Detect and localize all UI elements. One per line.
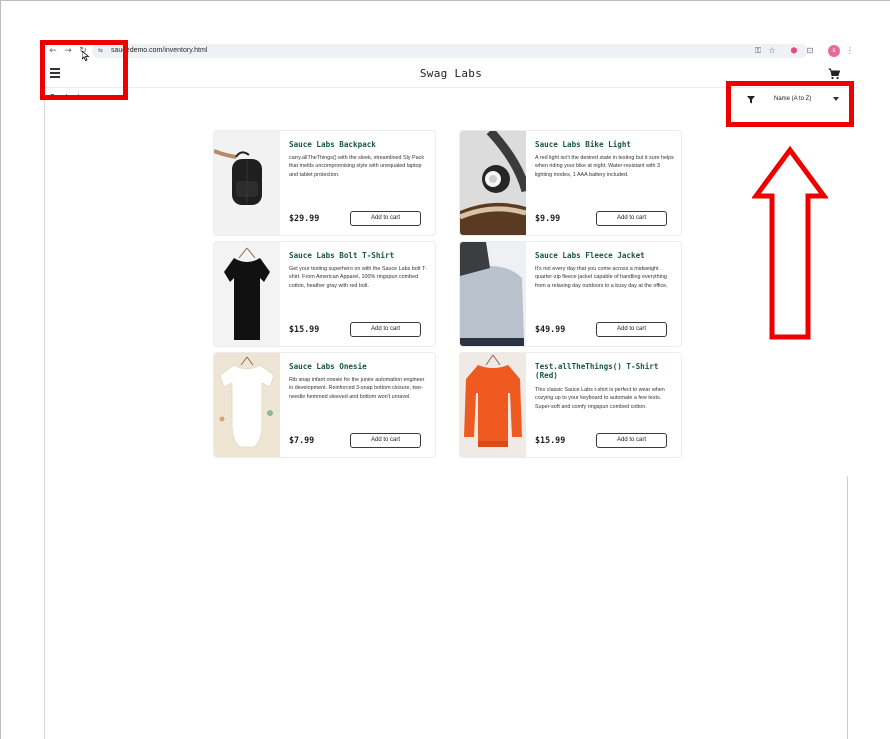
backpack-image[interactable] — [214, 131, 280, 235]
annotation-box-browser-nav — [40, 40, 128, 100]
product-price: $15.99 — [289, 324, 320, 334]
url-host: cedemo.com — [122, 47, 163, 54]
screenshot-frame-right — [847, 476, 848, 739]
browser-menu-icon[interactable]: ⋮ — [844, 45, 856, 57]
product-description: Rib snap infant onesie for the junior au… — [289, 377, 425, 400]
url-path: /inventory.html — [162, 47, 208, 54]
red-sweatshirt-image[interactable] — [460, 353, 526, 457]
add-to-cart-button[interactable]: Add to cart — [350, 322, 421, 337]
product-name[interactable]: Sauce Labs Backpack — [289, 140, 429, 149]
product-price: $7.99 — [289, 435, 315, 445]
document-page: ← → ↻ ⇆ saucedemo.com/inventory.html ⚿ ☆… — [0, 0, 890, 739]
product-card: Sauce Labs Backpack carry.allTheThings()… — [213, 130, 436, 236]
page-border-top — [0, 0, 890, 1]
add-to-cart-button[interactable]: Add to cart — [596, 211, 667, 226]
product-description: Get your testing superhero on with the S… — [289, 266, 427, 289]
product-name[interactable]: Sauce Labs Bolt T-Shirt — [289, 251, 429, 260]
annotation-arrow-up-icon — [752, 146, 828, 340]
product-card: Sauce Labs Fleece Jacket It's not every … — [459, 241, 682, 347]
product-card: Sauce Labs Bike Light A red light isn't … — [459, 130, 682, 236]
add-to-cart-button[interactable]: Add to cart — [596, 433, 667, 448]
add-to-cart-button[interactable]: Add to cart — [350, 433, 421, 448]
product-card: Test.allTheThings() T-Shirt (Red) This c… — [459, 352, 682, 458]
browser-toolbar: ← → ↻ ⇆ saucedemo.com/inventory.html ⚿ ☆… — [44, 40, 858, 62]
bookmark-star-icon[interactable]: ☆ — [766, 45, 778, 57]
profile-avatar[interactable]: s — [828, 45, 840, 57]
extensions-puzzle-icon[interactable]: ⊡ — [804, 45, 816, 57]
product-name[interactable]: Sauce Labs Onesie — [289, 362, 429, 371]
product-description: A red light isn't the desired state in t… — [535, 155, 674, 178]
product-description: This classic Sauce Labs t-shirt is perfe… — [535, 387, 665, 410]
product-price: $9.99 — [535, 213, 561, 223]
fleece-jacket-image[interactable] — [460, 242, 526, 346]
extension-shield-icon[interactable]: ⬢ — [788, 45, 800, 57]
product-price: $49.99 — [535, 324, 566, 334]
product-card: Sauce Labs Onesie Rib snap infant onesie… — [213, 352, 436, 458]
product-price: $29.99 — [289, 213, 320, 223]
onesie-image[interactable] — [214, 353, 280, 457]
product-description: It's not every day that you come across … — [535, 266, 668, 289]
bike-light-image[interactable] — [460, 131, 526, 235]
product-price: $15.99 — [535, 435, 566, 445]
product-name[interactable]: Sauce Labs Bike Light — [535, 140, 675, 149]
app-title: Swag Labs — [419, 67, 483, 80]
shopping-cart-icon[interactable] — [828, 68, 840, 80]
screenshot-frame-left — [44, 40, 45, 739]
product-name[interactable]: Test.allTheThings() T-Shirt (Red) — [535, 362, 675, 380]
annotation-box-sort-dropdown — [726, 81, 854, 127]
password-key-icon[interactable]: ⚿ — [752, 45, 764, 57]
product-name[interactable]: Sauce Labs Fleece Jacket — [535, 251, 675, 260]
product-card: Sauce Labs Bolt T-Shirt Get your testing… — [213, 241, 436, 347]
page-border-left — [0, 0, 1, 739]
tshirt-image[interactable] — [214, 242, 280, 346]
product-description: carry.allTheThings() with the sleek, str… — [289, 155, 425, 178]
add-to-cart-button[interactable]: Add to cart — [350, 211, 421, 226]
add-to-cart-button[interactable]: Add to cart — [596, 322, 667, 337]
